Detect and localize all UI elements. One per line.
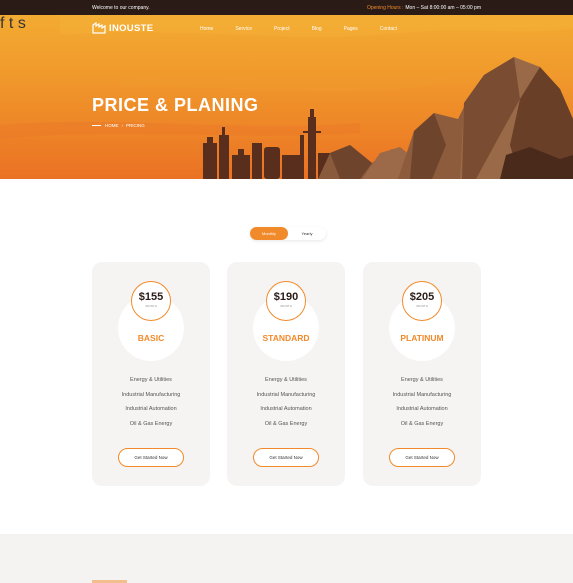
pricing-card-platinum: $205 /MONTH PLATINUM Energy & Utilities … (363, 262, 481, 486)
get-started-button[interactable]: Get Started Now (389, 448, 455, 467)
plan-period: /MONTH (145, 304, 157, 308)
facebook-icon[interactable]: f (0, 15, 4, 32)
opening-hours: Opening Hours : Mon – Sat 8:00:00 am – 05… (367, 5, 481, 11)
feature-list: Energy & Utilities Industrial Manufactur… (92, 377, 210, 435)
nav-service[interactable]: Service (235, 26, 252, 32)
plan-price: $205 (409, 291, 435, 303)
next-section-band (0, 534, 573, 583)
billing-toggle: Monthly Yearly (250, 227, 326, 240)
feature-list: Energy & Utilities Industrial Manufactur… (363, 377, 481, 435)
feature-item: Industrial Manufacturing (392, 391, 452, 398)
page-title: PRICE & PLANING (92, 95, 259, 115)
pricing-card-standard: $190 /MONTH STANDARD Energy & Utilities … (227, 262, 345, 486)
welcome-text: Welcome to our company. (92, 5, 150, 11)
nav-project[interactable]: Project (274, 26, 290, 32)
feature-list: Energy & Utilities Industrial Manufactur… (227, 377, 345, 435)
feature-item: Industrial Manufacturing (121, 391, 181, 398)
factory-logo-icon (92, 22, 106, 34)
skype-icon[interactable]: s (18, 15, 26, 32)
pricing-card-basic: $155 /MONTH BASIC Energy & Utilities Ind… (92, 262, 210, 486)
feature-item: Energy & Utilities (401, 377, 443, 383)
plan-price: $155 (138, 291, 164, 303)
opening-hours-label: Opening Hours : (366, 5, 404, 11)
nav-home[interactable]: Home (200, 26, 213, 32)
opening-hours-value: Mon – Sat 8:00:00 am – 05:00 pm (405, 5, 481, 11)
feature-item: Oil & Gas Energy (129, 420, 173, 427)
plan-name: PLATINUM (400, 333, 444, 343)
nav-contact[interactable]: Contact (380, 26, 397, 32)
toggle-yearly[interactable]: Yearly (288, 227, 326, 240)
top-bar: Welcome to our company. Opening Hours :M… (0, 0, 573, 15)
get-started-button[interactable]: Get Started Now (253, 448, 319, 467)
breadcrumb-line (92, 125, 101, 126)
breadcrumb-home[interactable]: HOME (105, 123, 119, 128)
nav-pages[interactable]: Pages (344, 26, 358, 32)
factory-silhouette (203, 109, 336, 179)
feature-item: Energy & Utilities (130, 377, 172, 383)
plan-price: $190 (273, 291, 299, 303)
main-navbar: INOUSTE Home Service Project Blog Pages … (0, 15, 573, 45)
feature-item: Industrial Automation (125, 406, 177, 412)
feature-item: Industrial Automation (260, 406, 312, 412)
price-circle: $155 /MONTH (131, 281, 171, 321)
nav-blog[interactable]: Blog (312, 26, 322, 32)
twitter-icon[interactable]: t (9, 15, 13, 32)
toggle-monthly[interactable]: Monthly (250, 227, 288, 240)
price-circle: $205 /MONTH (402, 281, 442, 321)
primary-nav: Home Service Project Blog Pages Contact (200, 26, 419, 32)
feature-item: Oil & Gas Energy (400, 420, 444, 427)
price-circle: $190 /MONTH (266, 281, 306, 321)
feature-item: Energy & Utilities (265, 377, 307, 383)
brand-name: INOUSTE (109, 22, 154, 34)
logo[interactable]: INOUSTE (92, 22, 153, 34)
breadcrumb-separator: › (121, 123, 124, 128)
feature-item: Industrial Automation (396, 406, 448, 412)
get-started-button[interactable]: Get Started Now (118, 448, 184, 467)
plan-period: /MONTH (280, 304, 292, 308)
breadcrumb-current: PRICING (126, 123, 145, 128)
plan-period: /MONTH (416, 304, 428, 308)
feature-item: Oil & Gas Energy (264, 420, 308, 427)
breadcrumb: HOME › PRICING (92, 123, 145, 128)
plan-name: STANDARD (262, 333, 310, 343)
plan-name: BASIC (137, 333, 165, 343)
feature-item: Industrial Manufacturing (256, 391, 316, 398)
